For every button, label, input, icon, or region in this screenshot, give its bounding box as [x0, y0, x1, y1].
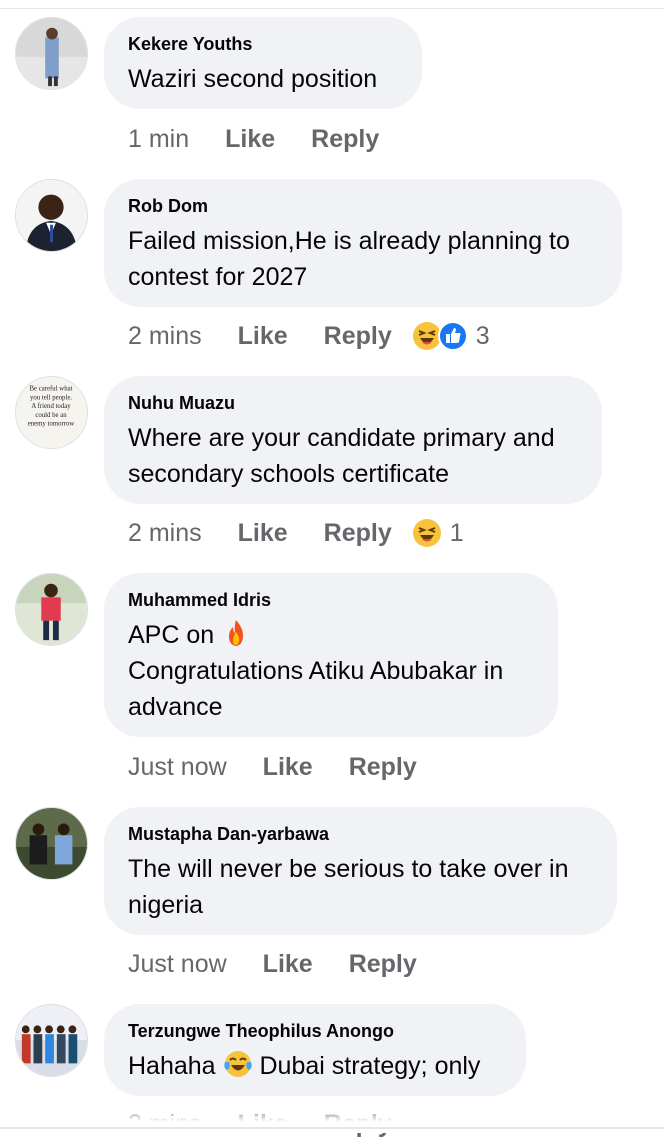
comment-text-line: APC on [128, 621, 215, 649]
comment-actions: 1 min Like Reply [128, 122, 415, 156]
comment-bubble: Mustapha Dan-yarbawa The will never be s… [104, 807, 617, 935]
commenter-name[interactable]: Rob Dom [128, 195, 598, 217]
comment-bubble: Nuhu Muazu Where are your candidate prim… [104, 376, 602, 504]
timestamp[interactable]: 1 min [128, 125, 189, 154]
timestamp[interactable]: 2 mins [128, 519, 202, 548]
timestamp[interactable]: Just now [128, 950, 227, 979]
comment-actions: Just now Like Reply [128, 947, 453, 981]
comment-text: Waziri second position [128, 65, 378, 93]
svg-text:enemy tomorrow: enemy tomorrow [28, 421, 75, 428]
top-divider [0, 0, 664, 9]
like-button[interactable]: Like [263, 950, 313, 979]
reply-button[interactable]: Reply [324, 322, 392, 351]
reaction-count: 3 [475, 321, 490, 350]
reply-button[interactable]: Reply [324, 519, 392, 548]
reactions-summary[interactable]: 3 [412, 321, 490, 351]
svg-text:could be an: could be an [35, 412, 67, 419]
avatar[interactable] [15, 179, 88, 252]
comment-text: The will never be serious to take over i… [128, 855, 569, 919]
comment-bubble: Kekere Youths Waziri second position [104, 17, 422, 109]
reply-button[interactable]: Reply [349, 950, 417, 979]
timestamp[interactable]: 2 mins [128, 322, 202, 351]
like-button[interactable]: Like [238, 322, 288, 351]
comment-actions: 2 mins Like Reply 1 [128, 516, 464, 550]
fire-emoji-icon [229, 620, 244, 647]
comment-text-line: Congratulations Atiku Abubakar in advanc… [128, 657, 504, 721]
like-button[interactable]: Like [225, 125, 275, 154]
timestamp[interactable]: Just now [128, 753, 227, 782]
commenter-name[interactable]: Terzungwe Theophilus Anongo [128, 1020, 502, 1042]
avatar[interactable] [15, 573, 88, 646]
commenter-name[interactable]: Nuhu Muazu [128, 392, 578, 414]
comment-actions: 2 mins Like Reply 3 [128, 319, 490, 353]
commenter-name[interactable]: Muhammed Idris [128, 589, 534, 611]
tears-of-joy-emoji-icon [223, 1051, 252, 1078]
reaction-count: 1 [449, 518, 464, 547]
like-button[interactable]: Like [263, 753, 313, 782]
reply-button[interactable]: Reply [311, 125, 379, 154]
comment-text-part: Dubai strategy; only [259, 1052, 481, 1080]
comment-bubble: Terzungwe Theophilus Anongo Hahaha Dubai… [104, 1004, 526, 1096]
avatar[interactable] [15, 17, 88, 90]
reply-button[interactable]: Reply [349, 753, 417, 782]
avatar[interactable] [15, 807, 88, 880]
bottom-divider [0, 1127, 664, 1129]
avatar[interactable] [15, 1004, 88, 1077]
comment-text: Where are your candidate primary and sec… [128, 424, 555, 488]
comment-bubble: Rob Dom Failed mission,He is already pla… [104, 179, 622, 307]
comment-text: Hahaha Dubai strategy; only [128, 1048, 502, 1084]
comment-text: APC on Congratulations Atiku Abubakar in… [128, 617, 534, 725]
comment-actions: Just now Like Reply [128, 750, 453, 784]
comment-text: Failed mission,He is already planning to… [128, 227, 570, 291]
comment-bubble: Muhammed Idris APC on Congratulations At… [104, 573, 558, 737]
comment-text-part: Hahaha [128, 1052, 216, 1080]
commenter-name[interactable]: Kekere Youths [128, 33, 398, 55]
avatar[interactable]: Be careful what you tell people. A frien… [15, 376, 88, 449]
commenter-name[interactable]: Mustapha Dan-yarbawa [128, 823, 593, 845]
laughing-emoji-icon [412, 519, 441, 547]
svg-text:A friend today: A friend today [31, 403, 71, 410]
like-reaction-icon [437, 321, 468, 351]
like-button[interactable]: Like [238, 519, 288, 548]
svg-text:you tell people.: you tell people. [30, 394, 72, 401]
svg-text:Be careful what: Be careful what [29, 386, 72, 393]
reactions-summary[interactable]: 1 [412, 518, 464, 548]
